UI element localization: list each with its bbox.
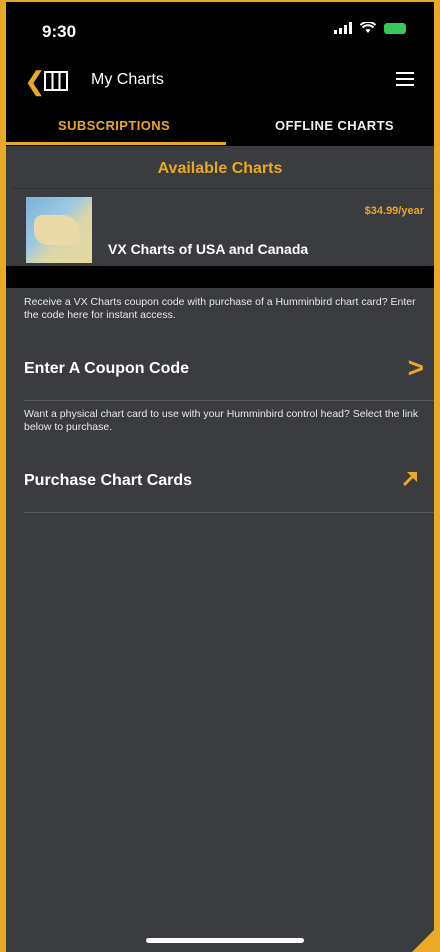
map-icon[interactable] (44, 70, 68, 92)
section-title: Available Charts (157, 160, 283, 177)
tab-subscriptions[interactable]: SUBSCRIPTIONS (58, 118, 170, 133)
chart-list-item[interactable]: $34.99/year VX Charts of USA and Canada (12, 188, 434, 267)
status-icons (334, 22, 406, 34)
wifi-icon (360, 22, 376, 33)
chevron-right-icon[interactable]: > (408, 352, 424, 384)
page-title: My Charts (91, 71, 164, 88)
cellular-signal-icon (334, 22, 352, 34)
section-divider (0, 266, 440, 288)
divider (24, 512, 434, 513)
purchase-chart-cards-link[interactable]: Purchase Chart Cards (24, 472, 192, 490)
divider (24, 400, 434, 401)
active-tab-indicator (6, 142, 226, 145)
nav-bar: ❮ My Charts (0, 56, 440, 110)
battery-icon (384, 22, 406, 34)
home-indicator[interactable] (146, 938, 304, 943)
chart-price: $34.99/year (364, 205, 424, 217)
chart-thumbnail (26, 197, 92, 263)
enter-coupon-code-button[interactable]: Enter A Coupon Code (24, 360, 189, 378)
external-link-arrow-icon[interactable] (400, 469, 420, 489)
back-chevron-icon[interactable]: ❮ (24, 68, 46, 94)
chart-name: VX Charts of USA and Canada (108, 241, 309, 257)
hamburger-menu-icon[interactable] (396, 72, 414, 88)
tab-offline-charts[interactable]: OFFLINE CHARTS (275, 118, 394, 133)
status-time: 9:30 (42, 22, 77, 41)
main-content: Available Charts $34.99/year VX Charts o… (0, 146, 440, 952)
tab-bar: SUBSCRIPTIONS OFFLINE CHARTS (0, 110, 440, 146)
status-bar: 9:30 (0, 0, 440, 56)
purchase-info-text: Want a physical chart card to use with y… (24, 408, 419, 433)
coupon-info-text: Receive a VX Charts coupon code with pur… (24, 296, 416, 321)
